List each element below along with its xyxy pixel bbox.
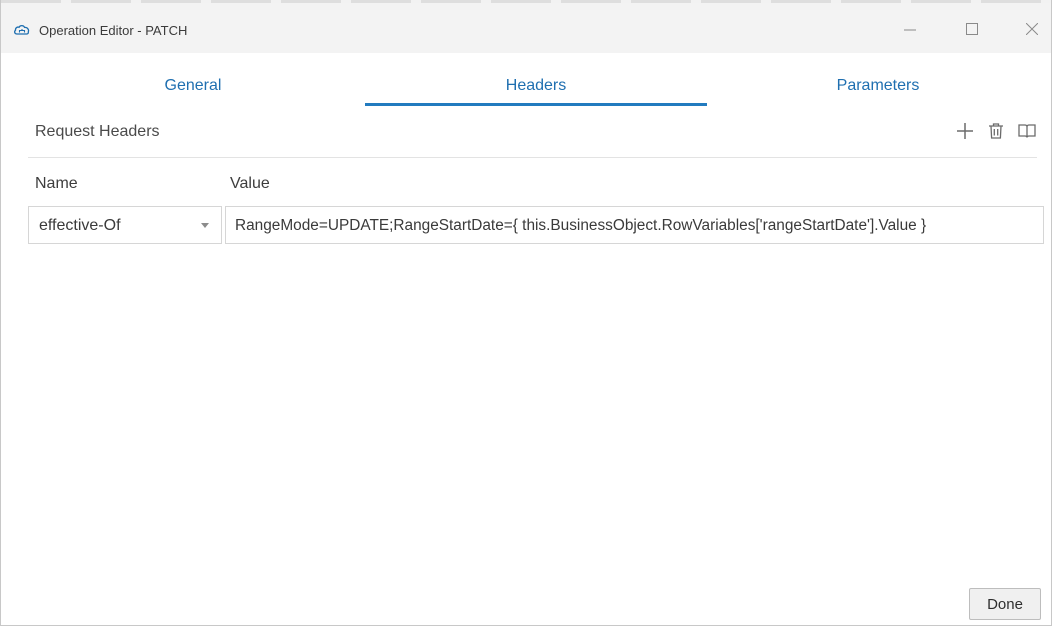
add-header-button[interactable] — [954, 120, 976, 142]
operation-editor-window: Operation Editor - PATCH General Headers… — [0, 0, 1052, 626]
window-title: Operation Editor - PATCH — [39, 23, 188, 38]
maximize-icon — [966, 23, 978, 35]
column-header-value: Value — [230, 175, 270, 192]
header-name-value: effective-Of — [39, 217, 121, 234]
done-button[interactable]: Done — [969, 588, 1041, 620]
tab-parameters[interactable]: Parameters — [837, 77, 920, 95]
close-button[interactable] — [1009, 6, 1052, 52]
section-divider — [28, 157, 1037, 158]
tab-strip: General Headers Parameters — [1, 53, 1051, 109]
header-value-text: RangeMode=UPDATE;RangeStartDate={ this.B… — [235, 217, 927, 234]
add-icon — [957, 123, 973, 139]
header-value-input[interactable]: RangeMode=UPDATE;RangeStartDate={ this.B… — [225, 206, 1044, 244]
maximize-button[interactable] — [949, 6, 995, 52]
book-icon — [1018, 124, 1036, 138]
tab-general[interactable]: General — [165, 77, 222, 95]
title-bar[interactable]: Operation Editor - PATCH — [1, 3, 1051, 53]
column-header-name: Name — [35, 175, 78, 192]
header-row: effective-Of RangeMode=UPDATE;RangeStart… — [28, 206, 1044, 244]
tab-headers[interactable]: Headers — [506, 77, 566, 95]
delete-icon — [989, 123, 1003, 139]
documentation-button[interactable] — [1016, 120, 1038, 142]
header-name-select[interactable]: effective-Of — [28, 206, 222, 244]
delete-header-button[interactable] — [985, 120, 1007, 142]
cloud-network-icon — [14, 25, 30, 35]
minimize-button[interactable] — [887, 6, 933, 52]
active-tab-indicator — [365, 103, 707, 106]
close-icon — [1026, 23, 1038, 35]
minimize-icon — [904, 29, 916, 31]
request-headers-title: Request Headers — [35, 123, 160, 140]
chevron-down-icon[interactable] — [201, 223, 209, 228]
